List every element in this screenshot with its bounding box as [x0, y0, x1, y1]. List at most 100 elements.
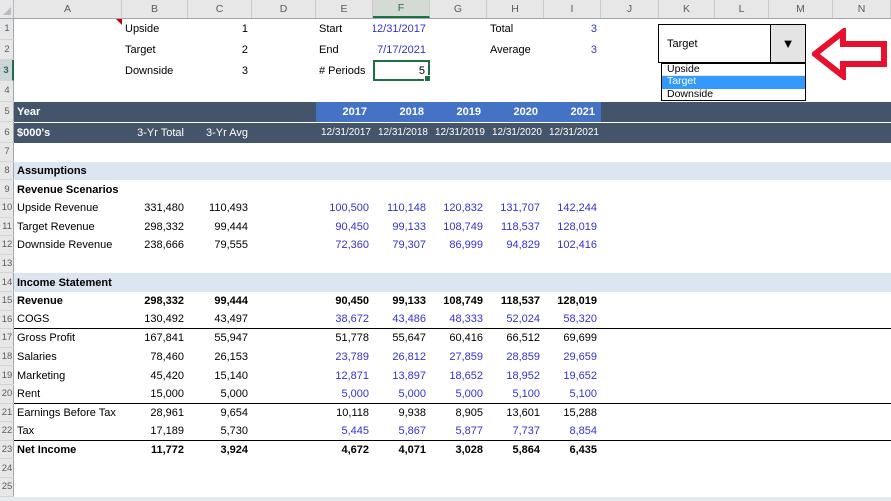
cell-G15[interactable]: 108,749 — [430, 292, 487, 311]
cell-H22[interactable]: 7,737 — [487, 422, 544, 440]
cell-B15[interactable]: 298,332 — [122, 292, 188, 311]
cell-G18[interactable]: 27,859 — [430, 348, 487, 367]
cell-I18[interactable]: 29,659 — [544, 348, 601, 367]
cell-B17[interactable]: 167,841 — [122, 329, 188, 348]
cell-I16[interactable]: 58,320 — [544, 311, 601, 329]
cell-B18[interactable]: 78,460 — [122, 348, 188, 367]
cell-F15[interactable]: 99,133 — [373, 292, 430, 311]
cell-F1[interactable]: 12/31/2017 — [373, 19, 430, 40]
column-header-C[interactable]: C — [188, 0, 252, 18]
cell-H11[interactable]: 118,537 — [487, 218, 544, 237]
row-header-23[interactable]: 23 — [0, 441, 14, 460]
cell-E21[interactable]: 10,118 — [316, 404, 373, 423]
cell-E22[interactable]: 5,445 — [316, 422, 373, 440]
cell-B23[interactable]: 11,772 — [122, 441, 188, 460]
cell-A11[interactable]: Target Revenue — [14, 218, 122, 237]
cell-B16[interactable]: 130,492 — [122, 311, 188, 329]
row-header-20[interactable]: 20 — [0, 385, 14, 404]
year-cell-2019[interactable]: 2019 — [430, 102, 487, 123]
cell-A9[interactable]: Revenue Scenarios — [14, 180, 122, 199]
cell-E16[interactable]: 38,672 — [316, 311, 373, 329]
cell-A20[interactable]: Rent — [14, 385, 122, 403]
row-header-24[interactable]: 24 — [0, 459, 14, 478]
row-header-17[interactable]: 17 — [0, 329, 14, 348]
row-header-9[interactable]: 9 — [0, 180, 14, 199]
cell-E1[interactable]: Start — [316, 19, 373, 40]
row-header-11[interactable]: 11 — [0, 218, 14, 237]
cell-G17[interactable]: 60,416 — [430, 329, 487, 348]
cell-H12[interactable]: 94,829 — [487, 236, 544, 255]
cell-B11[interactable]: 298,332 — [122, 218, 188, 237]
cell-G19[interactable]: 18,652 — [430, 366, 487, 385]
cell-F23[interactable]: 4,071 — [373, 441, 430, 460]
cell-H1[interactable]: Total — [487, 19, 544, 40]
cell-G23[interactable]: 3,028 — [430, 441, 487, 460]
row-header-15[interactable]: 15 — [0, 292, 14, 311]
cell-C19[interactable]: 15,140 — [188, 366, 252, 385]
cell-C11[interactable]: 99,444 — [188, 218, 252, 237]
fill-handle[interactable] — [424, 75, 431, 82]
cell-E3[interactable]: # Periods — [316, 60, 373, 81]
cell-I1[interactable]: 3 — [544, 19, 601, 40]
cell-I15[interactable]: 128,019 — [544, 292, 601, 311]
cell-H10[interactable]: 131,707 — [487, 199, 544, 218]
cell-E11[interactable]: 90,450 — [316, 218, 373, 237]
cell-C18[interactable]: 26,153 — [188, 348, 252, 367]
cell-C10[interactable]: 110,493 — [188, 199, 252, 218]
column-header-N[interactable]: N — [833, 0, 891, 18]
date-cell-2017[interactable]: 12/31/2017 — [316, 123, 373, 144]
cell-B22[interactable]: 17,189 — [122, 422, 188, 440]
cell-I19[interactable]: 19,652 — [544, 366, 601, 385]
column-header-A[interactable]: A — [14, 0, 122, 18]
row-header-12[interactable]: 12 — [0, 236, 14, 255]
row-header-14[interactable]: 14 — [0, 273, 14, 292]
cell-F12[interactable]: 79,307 — [373, 236, 430, 255]
cell-E19[interactable]: 12,871 — [316, 366, 373, 385]
cell-F16[interactable]: 43,486 — [373, 311, 430, 329]
cell-B12[interactable]: 238,666 — [122, 236, 188, 255]
dropdown-option-target[interactable]: Target — [662, 76, 805, 88]
column-header-G[interactable]: G — [430, 0, 487, 18]
column-header-L[interactable]: L — [715, 0, 769, 18]
cell-B21[interactable]: 28,961 — [122, 404, 188, 423]
cell-G11[interactable]: 108,749 — [430, 218, 487, 237]
cell-E12[interactable]: 72,360 — [316, 236, 373, 255]
cell-H18[interactable]: 28,859 — [487, 348, 544, 367]
cell-H23[interactable]: 5,864 — [487, 441, 544, 460]
cell-I23[interactable]: 6,435 — [544, 441, 601, 460]
cell-C15[interactable]: 99,444 — [188, 292, 252, 311]
cell-G22[interactable]: 5,877 — [430, 422, 487, 440]
cell-F11[interactable]: 99,133 — [373, 218, 430, 237]
cell-F10[interactable]: 110,148 — [373, 199, 430, 218]
year-cell-2020[interactable]: 2020 — [487, 102, 544, 123]
cell-H16[interactable]: 52,024 — [487, 311, 544, 329]
cell-A21[interactable]: Earnings Before Tax — [14, 404, 122, 423]
cell-F17[interactable]: 55,647 — [373, 329, 430, 348]
row-header-21[interactable]: 21 — [0, 404, 14, 423]
active-cell-F3[interactable]: 5 — [373, 60, 430, 81]
cell-E15[interactable]: 90,450 — [316, 292, 373, 311]
cell-C20[interactable]: 5,000 — [188, 385, 252, 403]
cell-A12[interactable]: Downside Revenue — [14, 236, 122, 255]
cell-C17[interactable]: 55,947 — [188, 329, 252, 348]
cell-I12[interactable]: 102,416 — [544, 236, 601, 255]
cell-F18[interactable]: 26,812 — [373, 348, 430, 367]
year-cell-2021[interactable]: 2021 — [544, 102, 601, 123]
row-header-1[interactable]: 1 — [0, 19, 14, 40]
cell-E2[interactable]: End — [316, 40, 373, 61]
cell-H21[interactable]: 13,601 — [487, 404, 544, 423]
column-header-F[interactable]: F — [373, 0, 430, 18]
column-header-K[interactable]: K — [659, 0, 715, 18]
cell-I10[interactable]: 142,244 — [544, 199, 601, 218]
column-header-E[interactable]: E — [316, 0, 373, 18]
cell-H17[interactable]: 66,512 — [487, 329, 544, 348]
cell-H19[interactable]: 18,952 — [487, 366, 544, 385]
cell-C21[interactable]: 9,654 — [188, 404, 252, 423]
cell-F19[interactable]: 13,897 — [373, 366, 430, 385]
row-header-2[interactable]: 2 — [0, 40, 14, 61]
cell-A19[interactable]: Marketing — [14, 366, 122, 385]
row-header-5[interactable]: 5 — [0, 102, 14, 123]
cell-G10[interactable]: 120,832 — [430, 199, 487, 218]
cell-I2[interactable]: 3 — [544, 40, 601, 61]
cell-I11[interactable]: 128,019 — [544, 218, 601, 237]
